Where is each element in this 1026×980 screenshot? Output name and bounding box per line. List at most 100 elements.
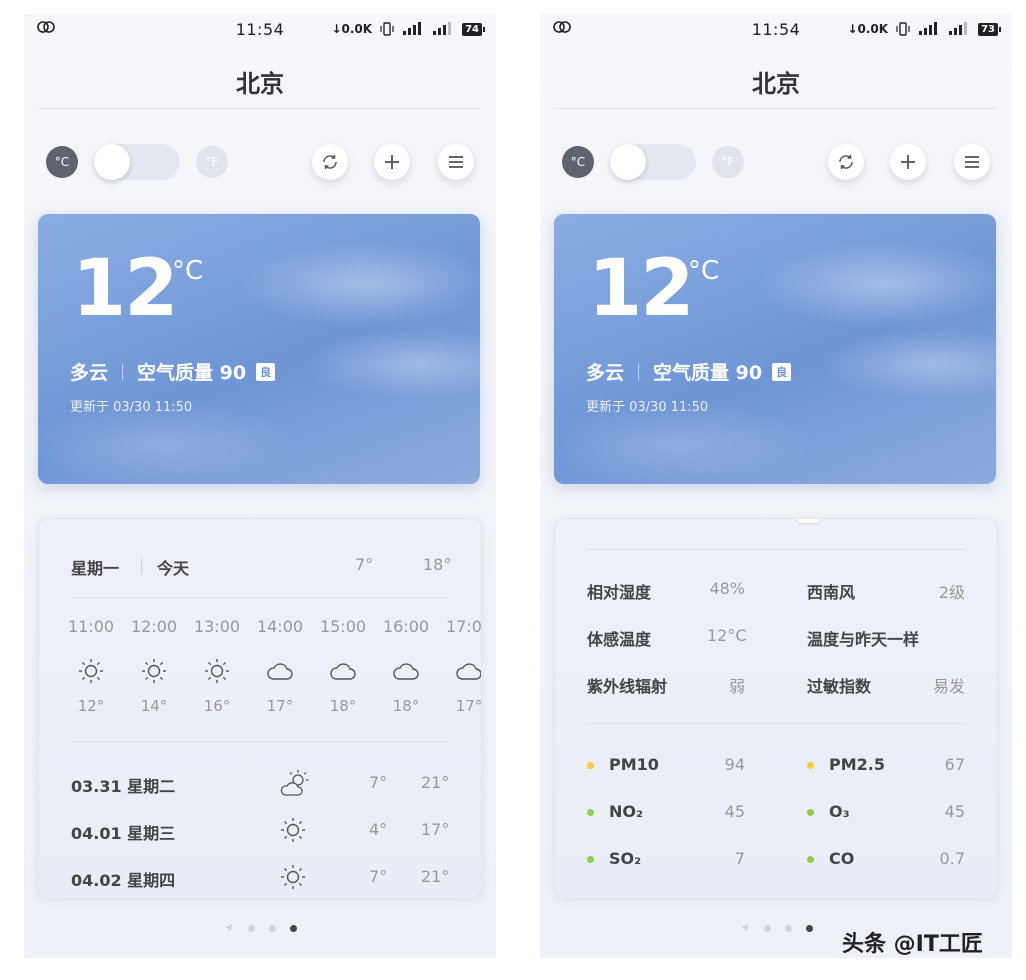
refresh-button[interactable] (312, 144, 348, 180)
pollutant-value: 67 (944, 755, 965, 774)
cloud-icon (382, 651, 430, 691)
refresh-icon (323, 155, 337, 169)
toggle-knob[interactable] (610, 144, 646, 180)
hourly-forecast[interactable]: 11:00 12° 12:00 14° 13:00 16° 14:00 17° … (67, 617, 481, 727)
today-low: 7° (355, 555, 374, 574)
temperature-unit: °C (688, 256, 720, 286)
weather-screen-hourly: 11:54 ↓0.0K 74 北京 °C °F 12 °C 多云 空气质量 90 (24, 14, 496, 958)
forecast-panel[interactable]: 星期一 今天 7° 18° 11:00 12° 12:00 14° 13:00 … (38, 518, 482, 898)
sun-icon (130, 651, 178, 691)
pollutant-row: PM10 94 PM2.5 67 (587, 751, 965, 798)
weather-details: 相对湿度 48% 西南风 2级 体感温度 12°C 温度与昨天一样 紫外线辐射 … (587, 575, 965, 716)
page-dot-active[interactable] (289, 924, 297, 932)
menu-button[interactable] (954, 144, 990, 180)
pollutant-row: NO₂ 45 O₃ 45 (587, 798, 965, 845)
hour-time: 16:00 (382, 617, 430, 636)
controls-bar: °C °F (46, 144, 474, 180)
cloud-icon (445, 651, 481, 691)
city-title[interactable]: 北京 (24, 64, 496, 99)
menu-button[interactable] (438, 144, 474, 180)
weather-condition: 多云 (70, 362, 109, 384)
divider (587, 723, 965, 724)
divider (38, 108, 480, 109)
unit-toggle[interactable] (610, 144, 696, 180)
air-quality-badge: 良 (256, 362, 276, 381)
fahrenheit-button[interactable]: °F (712, 146, 744, 178)
hourly-item: 12:00 14° (130, 617, 178, 715)
add-city-button[interactable] (374, 144, 410, 180)
daily-row: 04.01 星期三 4° 17° (71, 816, 449, 863)
weather-condition: 多云 (586, 362, 625, 384)
sun-icon (279, 863, 307, 895)
page-dot[interactable] (268, 924, 276, 932)
updated-time: 更新于 03/30 11:50 (586, 400, 709, 415)
pollutant-name: PM10 (609, 755, 659, 774)
current-temperature: 12 (588, 244, 695, 334)
partly-cloudy-icon (279, 769, 311, 803)
vibrate-icon (380, 22, 394, 36)
details-panel[interactable]: 相对湿度 48% 西南风 2级 体感温度 12°C 温度与昨天一样 紫外线辐射 … (554, 518, 998, 898)
day-high: 21° (421, 773, 450, 792)
page-dot[interactable] (763, 924, 771, 932)
hour-temp: 17° (266, 697, 294, 715)
location-arrow-icon (740, 924, 749, 932)
fahrenheit-button[interactable]: °F (196, 146, 228, 178)
sun-icon (67, 651, 115, 691)
air-quality: 空气质量 90 (653, 362, 763, 384)
pollutant-value: 45 (724, 802, 745, 821)
page-dot[interactable] (247, 924, 255, 932)
battery-level: 73 (978, 22, 1001, 36)
detail-label: 过敏指数 (807, 677, 872, 696)
today-day: 星期一 (71, 559, 120, 578)
pollutant-name: NO₂ (609, 802, 643, 821)
hour-time: 12:00 (130, 617, 178, 636)
hourly-item: 16:00 18° (382, 617, 430, 715)
refresh-button[interactable] (828, 144, 864, 180)
divider (587, 549, 965, 550)
separator (638, 362, 640, 381)
detail-label: 西南风 (807, 583, 856, 602)
hourly-item: 15:00 18° (319, 617, 367, 715)
status-dot (807, 762, 814, 769)
status-dot (587, 856, 594, 863)
cloud-icon (256, 651, 304, 691)
page-indicator[interactable] (24, 922, 496, 934)
pollutant-value: 45 (944, 802, 965, 821)
status-dot (807, 809, 814, 816)
battery-level: 74 (462, 22, 485, 36)
day-low: 4° (369, 820, 388, 839)
hourly-item: 17:00 17° (445, 617, 481, 715)
day-low: 7° (369, 867, 388, 886)
sun-icon (279, 816, 307, 848)
page-dot-active[interactable] (805, 924, 813, 932)
pollutant-value: 7 (734, 849, 745, 868)
detail-value: 48% (709, 579, 745, 598)
unit-toggle[interactable] (94, 144, 180, 180)
celsius-button[interactable]: °C (562, 146, 594, 178)
pollutant-name: PM2.5 (829, 755, 885, 774)
day-high: 17° (421, 820, 450, 839)
detail-value: 2级 (938, 583, 965, 602)
toggle-knob[interactable] (94, 144, 130, 180)
detail-row: 紫外线辐射 弱 过敏指数 易发 (587, 669, 965, 716)
city-title[interactable]: 北京 (540, 64, 1012, 99)
plus-icon (901, 155, 915, 169)
signal-icon (433, 22, 452, 35)
page-dot[interactable] (784, 924, 792, 932)
vibrate-icon (896, 22, 910, 36)
pollutant-value: 94 (724, 755, 745, 774)
hourly-item: 13:00 16° (193, 617, 241, 715)
hour-temp: 18° (392, 697, 420, 715)
day-date: 04.02 星期四 (71, 871, 176, 890)
air-quality-badge: 良 (772, 362, 792, 381)
day-date: 03.31 星期二 (71, 777, 176, 796)
air-pollutants: PM10 94 PM2.5 67 NO₂ 45 O₃ 45 SO₂ 7 CO 0… (587, 751, 965, 892)
pollutant-name: O₃ (829, 802, 850, 821)
drag-handle[interactable] (797, 519, 821, 523)
pollutant-value: 0.7 (939, 849, 965, 868)
day-high: 21° (421, 867, 450, 886)
location-arrow-icon (224, 924, 233, 932)
add-city-button[interactable] (890, 144, 926, 180)
celsius-button[interactable]: °C (46, 146, 78, 178)
hour-temp: 16° (203, 697, 231, 715)
